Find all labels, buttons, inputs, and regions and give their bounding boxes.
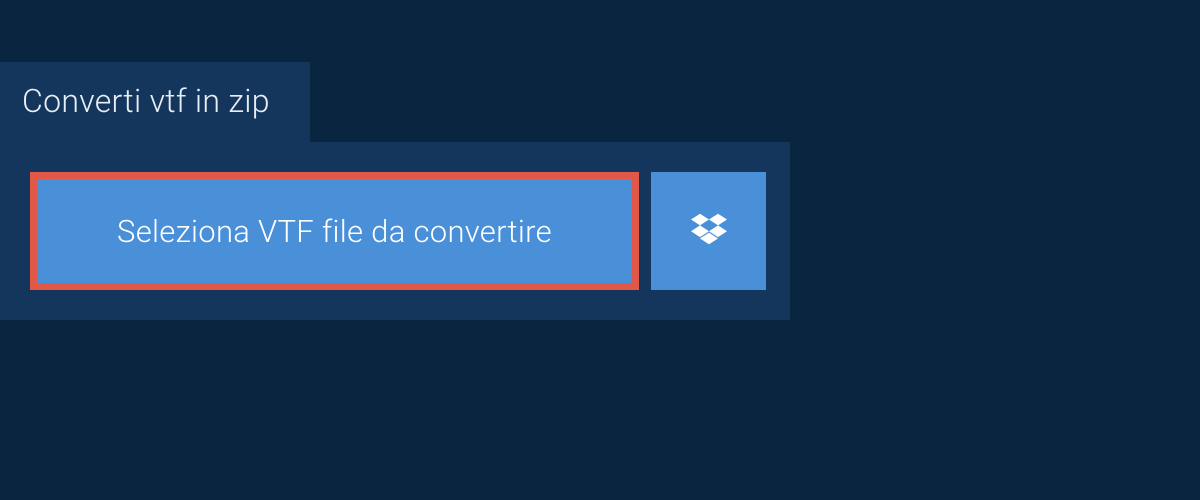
- select-file-button[interactable]: Seleziona VTF file da convertire: [30, 172, 639, 290]
- converter-container: Converti vtf in zip Seleziona VTF file d…: [0, 0, 1200, 320]
- select-file-label: Seleziona VTF file da convertire: [117, 213, 552, 250]
- tab-convert[interactable]: Converti vtf in zip: [0, 62, 310, 142]
- tab-bar: Converti vtf in zip: [0, 62, 1200, 142]
- dropbox-icon: [691, 213, 727, 249]
- dropbox-button[interactable]: [651, 172, 766, 290]
- action-panel: Seleziona VTF file da convertire: [0, 142, 790, 320]
- tab-label: Converti vtf in zip: [22, 82, 270, 120]
